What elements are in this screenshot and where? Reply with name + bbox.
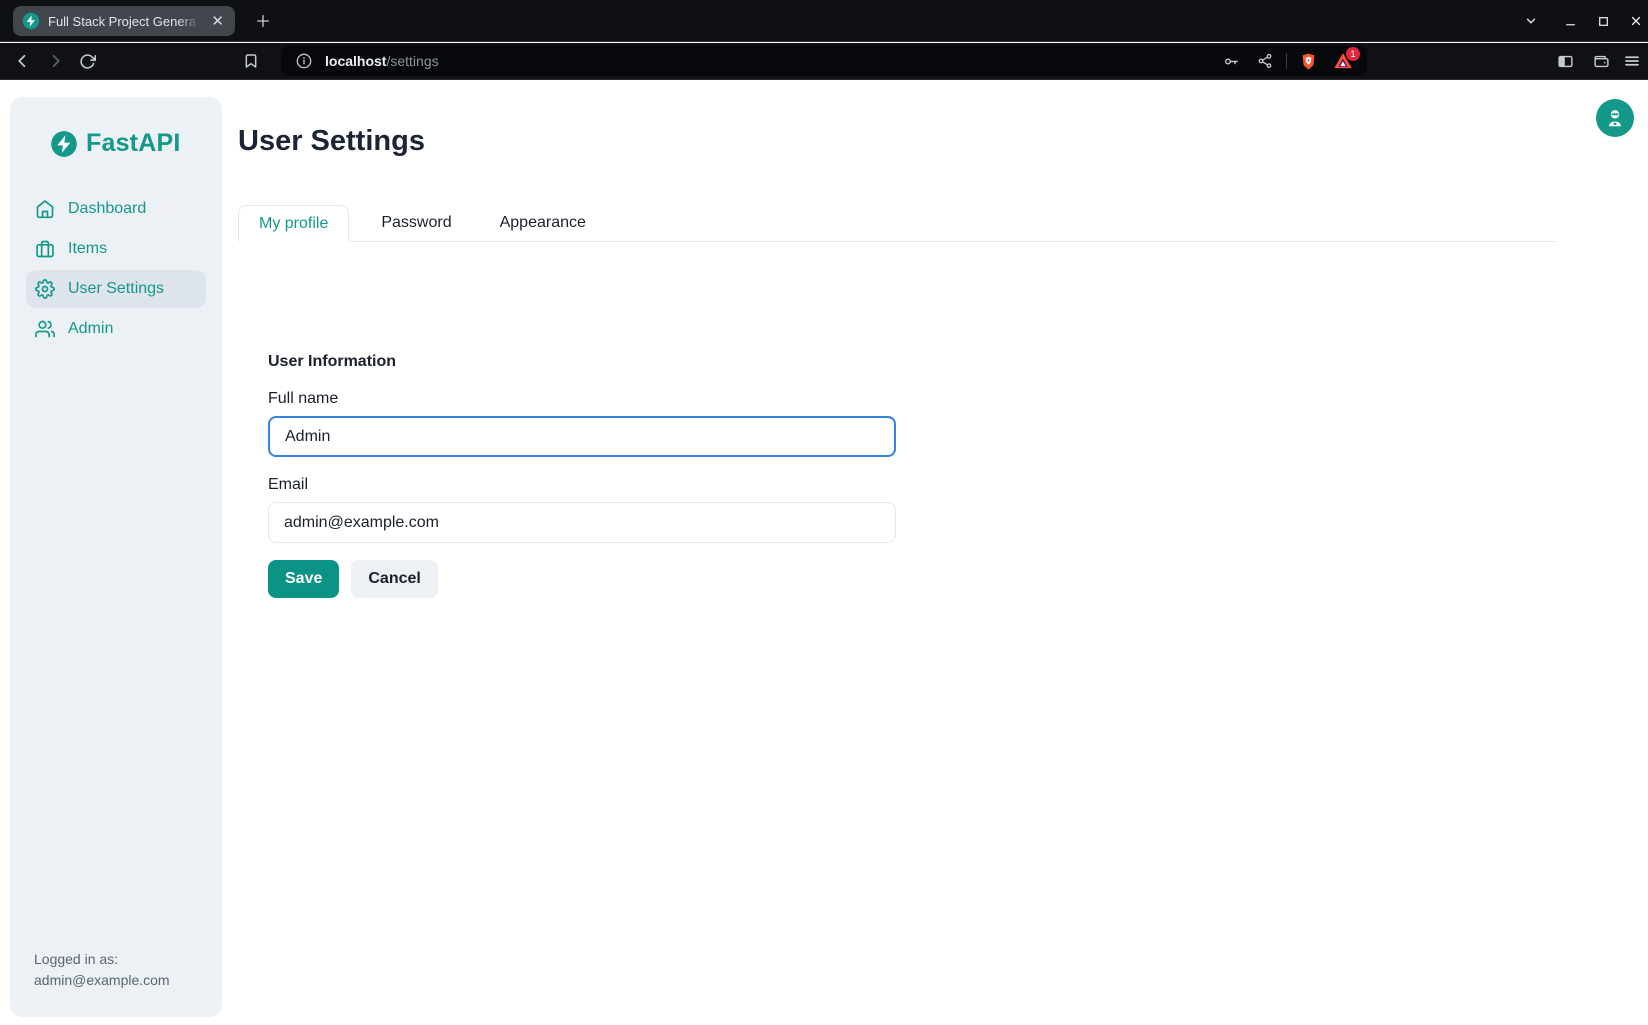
url-path: /settings <box>386 53 438 69</box>
url-host: localhost <box>325 53 386 69</box>
browser-tab[interactable]: Full Stack Project Genera ✕ <box>13 6 235 36</box>
tab-password[interactable]: Password <box>365 205 467 241</box>
window-minimize-button[interactable] <box>1557 8 1583 34</box>
toolbar-divider <box>1286 53 1287 69</box>
url-bar[interactable]: localhost/settings 1 <box>281 46 1367 76</box>
full-name-input[interactable] <box>268 416 896 457</box>
email-input[interactable] <box>268 502 896 543</box>
titlebar-chevron-down-icon[interactable] <box>1518 8 1544 34</box>
window-maximize-button[interactable] <box>1590 8 1616 34</box>
users-icon <box>35 319 55 339</box>
brave-shield-icon[interactable] <box>1295 48 1321 74</box>
logged-in-info: Logged in as: admin@example.com <box>34 949 206 991</box>
back-button[interactable] <box>8 46 38 76</box>
cancel-button[interactable]: Cancel <box>351 560 437 598</box>
logo-text: FastAPI <box>86 129 180 158</box>
settings-tabbar: My profile Password Appearance <box>238 205 1556 242</box>
menu-icon[interactable] <box>1617 46 1647 76</box>
logged-in-email: admin@example.com <box>34 970 206 991</box>
key-icon[interactable] <box>1218 48 1244 74</box>
window-close-button[interactable] <box>1623 8 1648 34</box>
sidebar-item-label: Admin <box>68 320 113 338</box>
browser-window: Full Stack Project Genera ✕ <box>0 0 1648 1025</box>
fastapi-logo[interactable]: FastAPI <box>50 129 222 158</box>
sidebar: FastAPI Dashboard Items User Settings <box>10 97 222 1017</box>
rewards-badge: 1 <box>1346 47 1360 61</box>
sidebar-item-dashboard[interactable]: Dashboard <box>26 190 206 228</box>
profile-form: User Information Full name Email Save Ca… <box>268 353 896 598</box>
site-info-icon[interactable] <box>291 48 317 74</box>
tab-appearance[interactable]: Appearance <box>484 205 602 241</box>
sidebar-item-items[interactable]: Items <box>26 230 206 268</box>
section-title: User Information <box>268 353 896 371</box>
tab-my-profile[interactable]: My profile <box>238 205 349 242</box>
page-title: User Settings <box>238 125 425 158</box>
sidebar-toggle-icon[interactable] <box>1550 46 1580 76</box>
sidebar-item-label: Dashboard <box>68 200 146 218</box>
share-icon[interactable] <box>1252 48 1278 74</box>
full-name-label: Full name <box>268 390 896 408</box>
user-menu-button[interactable] <box>1596 99 1634 137</box>
home-icon <box>35 199 55 219</box>
sidebar-item-label: Items <box>68 240 107 258</box>
wallet-icon[interactable] <box>1586 46 1616 76</box>
sidebar-nav: Dashboard Items User Settings Admin <box>10 190 222 348</box>
form-actions: Save Cancel <box>268 560 896 598</box>
save-button[interactable]: Save <box>268 560 339 598</box>
tab-title: Full Stack Project Genera <box>48 14 201 29</box>
reload-button[interactable] <box>72 46 102 76</box>
email-label: Email <box>268 476 896 494</box>
page-content: FastAPI Dashboard Items User Settings <box>0 80 1648 1025</box>
brave-rewards-button[interactable]: 1 <box>1329 48 1357 74</box>
gear-icon <box>35 279 55 299</box>
tab-close-icon[interactable]: ✕ <box>209 12 226 31</box>
browser-titlebar: Full Stack Project Genera ✕ <box>0 0 1648 42</box>
bookmark-icon[interactable] <box>236 46 266 76</box>
fastapi-logo-icon <box>50 130 78 158</box>
sidebar-item-label: User Settings <box>68 280 164 298</box>
forward-button[interactable] <box>40 46 70 76</box>
sidebar-item-user-settings[interactable]: User Settings <box>26 270 206 308</box>
sidebar-item-admin[interactable]: Admin <box>26 310 206 348</box>
briefcase-icon <box>35 239 55 259</box>
browser-toolbar: localhost/settings 1 <box>0 43 1648 80</box>
new-tab-button[interactable] <box>251 9 275 33</box>
fastapi-favicon-icon <box>22 12 40 30</box>
logged-in-label: Logged in as: <box>34 949 206 970</box>
user-avatar-icon <box>1604 107 1626 129</box>
